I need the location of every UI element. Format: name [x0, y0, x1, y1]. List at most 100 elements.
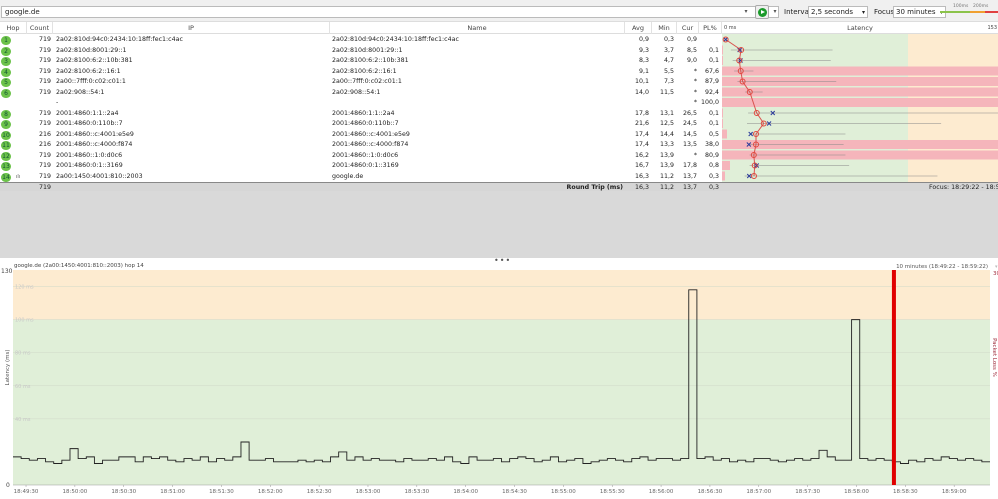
- hop-cur: 9,0: [686, 57, 697, 64]
- x-tick-label: 18:58:00: [844, 489, 869, 495]
- hop-ip: 2a00:1450:4001:810::2003: [56, 172, 143, 180]
- hop-pl: 0,5: [708, 130, 719, 138]
- hop-cur: *: [693, 67, 697, 75]
- hop-avg: 17,4: [634, 141, 649, 148]
- interval-label: Interval: [784, 8, 811, 16]
- start-trace-button[interactable]: [755, 5, 769, 19]
- hop-cur: 13,5: [682, 141, 697, 148]
- x-tick-label: 18:56:00: [649, 489, 674, 495]
- hop-avg: 9,3: [638, 46, 649, 54]
- hop-row[interactable]: 13 719 2001:4860:0:1::3169 2001:4860:0:1:…: [0, 161, 722, 172]
- hop-pl: 0,1: [708, 57, 719, 64]
- hop-count: 719: [38, 46, 51, 54]
- hop-cur: 17,8: [682, 162, 697, 169]
- focus-select[interactable]: 30 minutes▾: [893, 6, 946, 18]
- hop-row[interactable]: 11 216 2001:4860::c:4000:f874 2001:4860::…: [0, 140, 722, 151]
- hop-ip: 2a02:810d:8001:29::1: [56, 46, 127, 54]
- interval-select[interactable]: 2,5 seconds ▾: [808, 6, 868, 18]
- col-count[interactable]: Count: [27, 22, 53, 34]
- hop-cur: 8,5: [686, 46, 697, 54]
- hop-name: 2a02:810d:8001:29::1: [332, 46, 403, 54]
- y-tick-label: 130: [1, 268, 13, 275]
- hop-cur: 14,5: [682, 130, 697, 138]
- latency-scale-legend: [940, 11, 998, 13]
- hop-row[interactable]: 1 719 2a02:810d:94c0:2434:10:18ff:fec1:c4…: [0, 35, 722, 46]
- hop-pl: 38,0: [704, 141, 719, 148]
- col-ip[interactable]: IP: [53, 22, 330, 34]
- packet-loss-bar: [722, 161, 730, 170]
- hop-avg: 17,4: [634, 130, 649, 138]
- packet-loss-bar: [722, 56, 723, 65]
- hop-min: 5,5: [663, 67, 674, 75]
- warning-zone: [13, 270, 990, 320]
- x-tick-label: 18:54:30: [502, 489, 527, 495]
- hop-count: 719: [38, 120, 51, 127]
- hop-count: 719: [38, 67, 51, 75]
- col-pl[interactable]: PL%: [699, 22, 722, 34]
- summary-row: 719 Round Trip (ms) 16,3 11,2 13,7 0,3 F…: [0, 182, 998, 191]
- hop-pl: 0,1: [708, 120, 719, 127]
- address-dropdown-icon[interactable]: ▾: [742, 6, 750, 18]
- hop-avg: 14,0: [634, 88, 649, 96]
- x-tick-label: 18:59:00: [942, 489, 967, 495]
- play-options-dropdown-icon[interactable]: ▾: [771, 6, 779, 18]
- hop-number-badge: 1: [1, 36, 11, 45]
- hop-row[interactable]: 4 719 2a02:8100:6:2::16:1 2a02:8100:6:2::…: [0, 67, 722, 78]
- hop-row[interactable]: 5 719 2a00::7fff:0:c02:c01:1 2a00::7fff:0…: [0, 77, 722, 88]
- col-min[interactable]: Min: [652, 22, 677, 34]
- hop-name: 2001:4860::c:4000:f874: [332, 141, 409, 148]
- hop-ip: 2001:4860:0:110b::7: [56, 120, 123, 127]
- hop-number-badge: 6: [1, 88, 11, 98]
- hop-name: 2001:4860:1:1::2a4: [332, 109, 395, 117]
- gridline-label: 120 ms: [15, 285, 34, 291]
- hop-name: 2001:4860:0:110b::7: [332, 120, 399, 127]
- hop-row[interactable]: 14 ılı 719 2a00:1450:4001:810::2003 google…: [0, 172, 722, 183]
- col-avg[interactable]: Avg: [625, 22, 652, 34]
- hop-min: 14,4: [659, 130, 674, 138]
- scale-100-label: 100ms: [953, 4, 969, 9]
- hop-count: 719: [38, 57, 51, 64]
- hop-number-badge: 12: [1, 151, 11, 161]
- hop-min: 11,2: [659, 172, 674, 180]
- timeline-chart-pane: 120 ms 100 ms 80 ms 60 ms 40 ms 18:49:30 18:50…: [0, 262, 998, 497]
- hop-ip: 2a02:8100:6:2::16:1: [56, 67, 121, 75]
- y-tick-label: 0: [6, 482, 10, 489]
- hop-ip: 2001:4860::c:4000:f874: [56, 141, 133, 148]
- hop-ip: 2a02:8100:6:2::10b:381: [56, 57, 133, 64]
- hop-name: 2001:4860::1:0:d0c6: [332, 151, 399, 159]
- target-address-input[interactable]: google.de: [1, 6, 779, 18]
- hop-row[interactable]: 3 719 2a02:8100:6:2::10b:381 2a02:8100:6:…: [0, 56, 722, 67]
- hop-row[interactable]: 12 719 2001:4860::1:0:d0c6 2001:4860::1:0…: [0, 151, 722, 162]
- hop-cur: 13,7: [682, 172, 697, 180]
- chart-range-label[interactable]: 10 minutes (18:49:22 - 18:59:22): [896, 264, 988, 270]
- col-hop[interactable]: Hop: [0, 22, 27, 34]
- hop-ip: 2a02:908::54:1: [56, 88, 105, 96]
- hop-avg: 21,6: [634, 120, 649, 127]
- bar-chart-icon[interactable]: ılı: [16, 172, 20, 183]
- x-tick-label: 18:57:30: [795, 489, 820, 495]
- hop-row[interactable]: - * 100,0: [0, 98, 722, 109]
- hop-cur: *: [693, 151, 697, 159]
- hop-min: 4,7: [663, 57, 674, 64]
- hop-row[interactable]: 8 719 2001:4860:1:1::2a4 2001:4860:1:1::2…: [0, 109, 722, 120]
- col-latency[interactable]: 0 ms Latency 153: [722, 22, 998, 34]
- hop-row[interactable]: 2 719 2a02:810d:8001:29::1 2a02:810d:8001…: [0, 46, 722, 57]
- hop-min: 13,1: [659, 109, 674, 117]
- hop-row[interactable]: 10 216 2001:4860::c:4001:e5e9 2001:4860::…: [0, 130, 722, 141]
- hop-name: 2001:4860:0:1::3169: [332, 162, 399, 169]
- hop-name: 2a02:8100:6:2::16:1: [332, 67, 397, 75]
- col-cur[interactable]: Cur: [677, 22, 699, 34]
- hop-pl: 100,0: [700, 99, 719, 106]
- hop-number-badge: 14: [1, 172, 11, 182]
- gridline-label: 100 ms: [15, 318, 34, 324]
- hop-ip: 2001:4860:1:1::2a4: [56, 109, 119, 117]
- hop-count: 216: [38, 141, 51, 148]
- gridline-label: 40 ms: [15, 417, 31, 423]
- hop-row[interactable]: 6 719 2a02:908::54:1 2a02:908::54:1 14,0 …: [0, 88, 722, 99]
- hop-row[interactable]: 9 719 2001:4860:0:110b::7 2001:4860:0:110…: [0, 119, 722, 130]
- hop-count: 719: [38, 109, 51, 117]
- x-tick-label: 18:55:30: [600, 489, 625, 495]
- x-tick-label: 18:58:30: [893, 489, 918, 495]
- col-name[interactable]: Name: [330, 22, 625, 34]
- hop-count: 719: [38, 162, 51, 169]
